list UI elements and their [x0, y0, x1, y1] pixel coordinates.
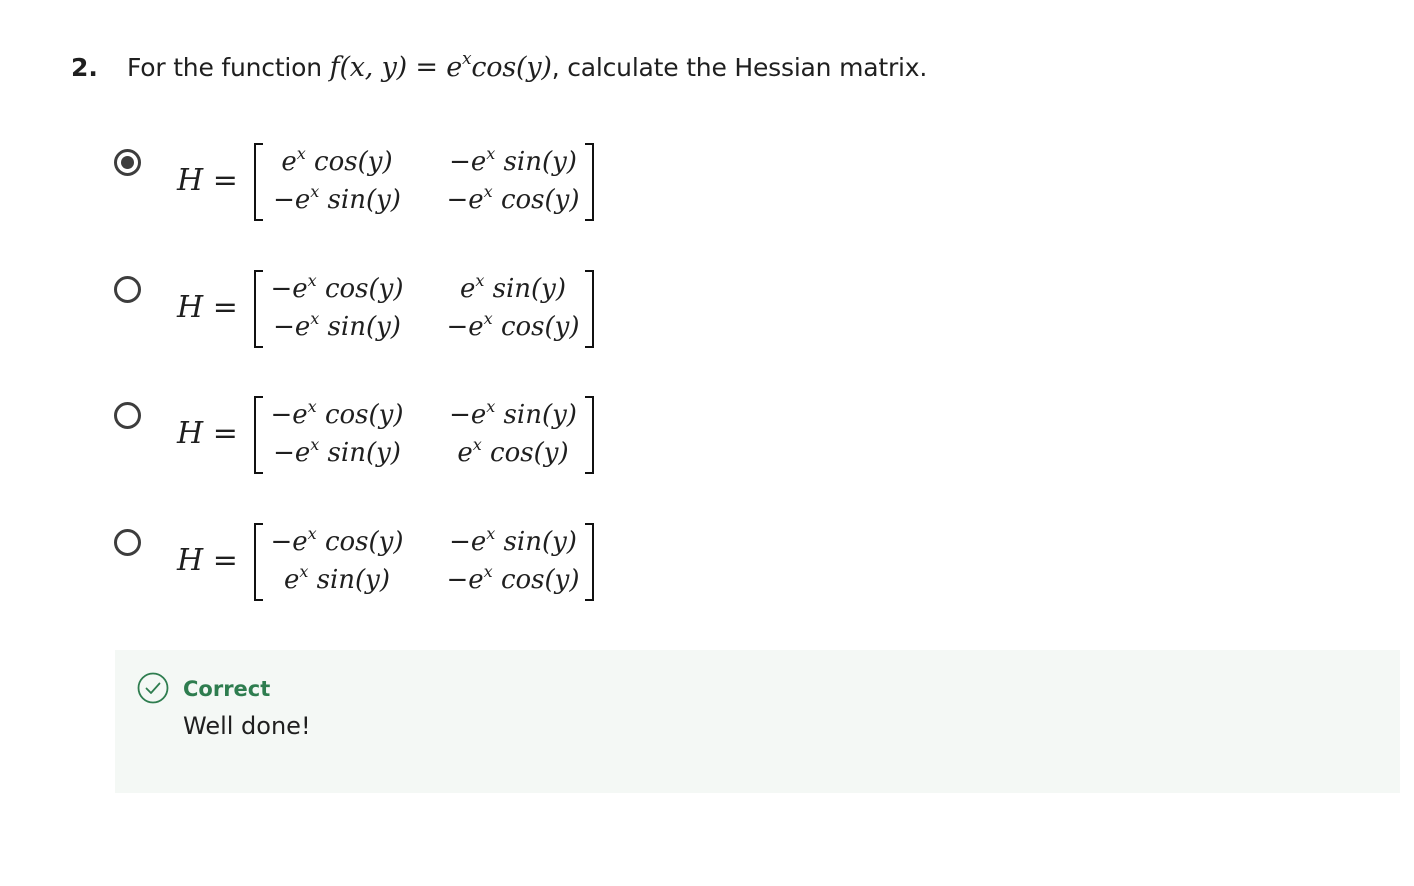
radio-button[interactable] [114, 402, 141, 429]
matrix-cell: −ex sin(y) [449, 397, 577, 431]
matrix-cell: ex cos(y) [457, 435, 569, 469]
matrix-cell: −ex sin(y) [273, 309, 401, 343]
function-rhs-rest: cos(y) [471, 52, 552, 83]
matrix-cell: ex sin(y) [283, 562, 391, 596]
feedback-panel: Correct Well done! [115, 650, 1400, 793]
question-function: f(x, y) = excos(y) [329, 49, 552, 84]
matrix-cell: ex sin(y) [459, 271, 567, 305]
check-circle-icon [137, 672, 169, 704]
matrix-cell: ex cos(y) [281, 144, 393, 178]
option-3[interactable]: H = −ex cos(y) −ex sin(y) −ex sin(y) ex cos(… [110, 396, 630, 496]
matrix-label: H = [177, 290, 238, 325]
radio-button[interactable] [114, 276, 141, 303]
feedback-message: Well done! [183, 712, 311, 740]
feedback-title: Correct [183, 677, 271, 701]
matrix-cell: −ex sin(y) [449, 144, 577, 178]
radio-button[interactable] [114, 149, 141, 176]
option-2[interactable]: H = −ex cos(y) ex sin(y) −ex sin(y) −ex cos(… [110, 270, 630, 370]
matrix-cell: −ex cos(y) [446, 562, 580, 596]
matrix-cell: −ex cos(y) [446, 309, 580, 343]
hessian-matrix: ex cos(y) −ex sin(y) −ex sin(y) −ex cos(y) [254, 143, 594, 221]
question-text-after: , calculate the Hessian matrix. [551, 53, 928, 82]
matrix-cell: −ex cos(y) [270, 397, 404, 431]
radio-button[interactable] [114, 529, 141, 556]
hessian-matrix: −ex cos(y) ex sin(y) −ex sin(y) −ex cos(y) [254, 270, 594, 348]
matrix-label: H = [177, 543, 238, 578]
question-number: 2. [71, 53, 98, 82]
matrix-cell: −ex cos(y) [270, 524, 404, 558]
matrix-cell: −ex cos(y) [446, 182, 580, 216]
matrix-cell: −ex sin(y) [449, 524, 577, 558]
question-text: For the function f(x, y) = excos(y), cal… [127, 50, 927, 86]
matrix-label: H = [177, 416, 238, 451]
function-rhs-exp: x [461, 49, 472, 69]
function-lhs: f(x, y) [329, 52, 408, 83]
matrix-label: H = [177, 163, 238, 198]
hessian-matrix: −ex cos(y) −ex sin(y) −ex sin(y) ex cos(y) [254, 396, 594, 474]
function-rhs-base: e [446, 52, 462, 83]
matrix-cell: −ex sin(y) [273, 435, 401, 469]
option-4[interactable]: H = −ex cos(y) −ex sin(y) ex sin(y) −ex cos(… [110, 523, 630, 623]
question-text-before: For the function [127, 53, 330, 82]
hessian-matrix: −ex cos(y) −ex sin(y) ex sin(y) −ex cos(y) [254, 523, 594, 601]
option-1[interactable]: H = ex cos(y) −ex sin(y) −ex sin(y) −ex cos(… [110, 143, 630, 243]
matrix-cell: −ex sin(y) [273, 182, 401, 216]
matrix-cell: −ex cos(y) [270, 271, 404, 305]
function-equals: = [415, 52, 438, 83]
